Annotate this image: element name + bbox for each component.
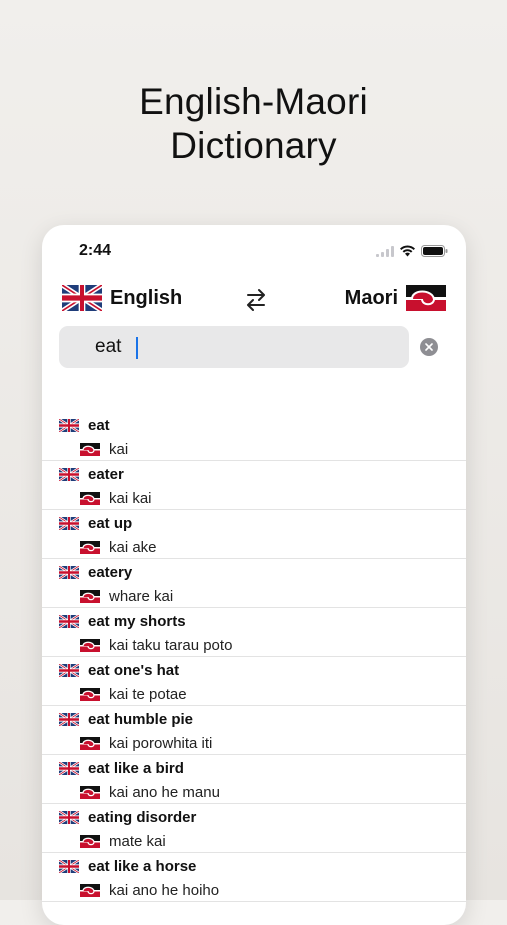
result-entry[interactable]: eat like a bird kai ano he manu (42, 755, 466, 804)
swap-arrows-icon[interactable] (243, 287, 269, 313)
result-entry[interactable]: eat up kai ake (42, 510, 466, 559)
result-entry[interactable]: eating disorder mate kai (42, 804, 466, 853)
uk-flag-icon (59, 860, 79, 873)
status-bar: 2:44 (79, 242, 448, 264)
clear-circle-icon[interactable] (420, 338, 438, 356)
search-input[interactable] (93, 335, 397, 359)
uk-flag-icon (59, 517, 79, 530)
uk-flag-icon (59, 762, 79, 775)
english-term: eat up (88, 515, 133, 532)
maori-translation: mate kai (109, 833, 166, 850)
uk-flag-icon (59, 713, 79, 726)
maori-translation: kai ano he manu (109, 784, 220, 801)
tino-rangatiratanga-flag-icon (406, 285, 446, 311)
target-language-label: Maori (344, 286, 398, 309)
english-term: eat humble pie (88, 711, 194, 728)
english-term: eat one's hat (88, 662, 180, 679)
maori-translation: kai taku tarau poto (109, 637, 233, 654)
source-language-label: English (110, 286, 183, 309)
maori-translation: kai te potae (109, 686, 187, 703)
target-language-button[interactable]: Maori (345, 285, 446, 311)
english-term: eat like a horse (88, 858, 197, 875)
maori-translation: kai ano he hoiho (109, 882, 220, 899)
result-entry[interactable]: eat humble pie kai porowhita iti (42, 706, 466, 755)
headline-line-2: Dictionary (170, 125, 337, 166)
tino-rangatiratanga-flag-icon (80, 590, 100, 603)
uk-flag-icon (62, 285, 102, 311)
tino-rangatiratanga-flag-icon (80, 884, 100, 897)
uk-flag-icon (59, 615, 79, 628)
tino-rangatiratanga-flag-icon (80, 737, 100, 750)
maori-translation: kai porowhita iti (109, 735, 213, 752)
tino-rangatiratanga-flag-icon (80, 639, 100, 652)
uk-flag-icon (59, 664, 79, 677)
tino-rangatiratanga-flag-icon (80, 688, 100, 701)
tino-rangatiratanga-flag-icon (80, 492, 100, 505)
uk-flag-icon (59, 566, 79, 579)
language-bar: English Maori (62, 285, 446, 315)
search-field[interactable] (59, 326, 409, 368)
result-entry[interactable]: eat my shorts kai taku tarau poto (42, 608, 466, 657)
tino-rangatiratanga-flag-icon (80, 786, 100, 799)
tino-rangatiratanga-flag-icon (80, 835, 100, 848)
result-entry[interactable]: eatery whare kai (42, 559, 466, 608)
maori-translation: kai (109, 441, 129, 458)
result-entry[interactable]: eat like a horse kai ano he hoiho (42, 853, 466, 902)
tino-rangatiratanga-flag-icon (80, 443, 100, 456)
result-entry[interactable]: eat one's hat kai te potae (42, 657, 466, 706)
tino-rangatiratanga-flag-icon (80, 541, 100, 554)
results-list: eat kai eater kai kai eat up kai ake eat… (42, 412, 466, 902)
english-term: eat my shorts (88, 613, 186, 630)
english-term: eatery (88, 564, 133, 581)
result-entry[interactable]: eater kai kai (42, 461, 466, 510)
uk-flag-icon (59, 419, 79, 432)
maori-translation: kai kai (109, 490, 152, 507)
battery-icon (421, 245, 448, 257)
uk-flag-icon (59, 468, 79, 481)
phone-screen: 2:44 English Maori eat eat kai eater kai… (42, 225, 466, 925)
english-term: eating disorder (88, 809, 197, 826)
uk-flag-icon (59, 811, 79, 824)
maori-translation: kai ake (109, 539, 157, 556)
result-entry[interactable]: eat kai (42, 412, 466, 461)
text-cursor (136, 337, 138, 359)
signal-icon (376, 245, 394, 257)
wifi-icon (400, 245, 415, 257)
headline-line-1: English-Maori (139, 81, 368, 122)
status-time: 2:44 (79, 242, 112, 259)
promo-headline: English-Maori Dictionary (0, 80, 507, 168)
english-term: eat like a bird (88, 760, 184, 777)
source-language-button[interactable]: English (62, 285, 182, 311)
english-term: eat (88, 417, 110, 434)
english-term: eater (88, 466, 124, 483)
maori-translation: whare kai (109, 588, 174, 605)
